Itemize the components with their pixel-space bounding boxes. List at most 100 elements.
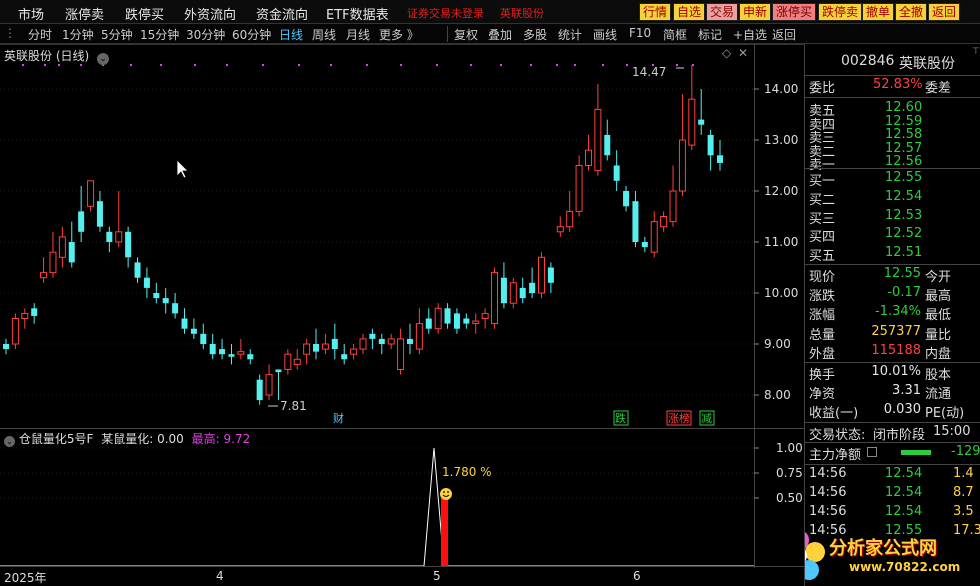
candlestick[interactable] xyxy=(21,308,29,329)
tab-daily[interactable]: 日线 xyxy=(279,26,303,43)
candlestick[interactable] xyxy=(575,155,583,217)
chevron-down-icon[interactable]: ⌄ xyxy=(97,53,110,65)
candlestick[interactable] xyxy=(321,333,329,355)
candlestick[interactable] xyxy=(519,277,526,304)
candlestick[interactable] xyxy=(115,191,123,248)
candlestick[interactable] xyxy=(341,344,348,365)
btn-ipo[interactable]: 申新 xyxy=(739,3,772,21)
candlestick[interactable] xyxy=(200,323,207,350)
event-tag-finance[interactable]: 财 xyxy=(333,411,344,425)
candlestick[interactable] xyxy=(444,303,451,329)
indicator-chart[interactable]: 0.50 0.75 1.00 1.780 % ⌄ 仓鼠量化5号F 某鼠量化: 0.0… xyxy=(0,428,804,568)
candlestick[interactable] xyxy=(472,313,480,334)
candlestick[interactable] xyxy=(481,308,489,329)
candlestick[interactable] xyxy=(623,185,630,212)
candlestick[interactable] xyxy=(604,119,611,161)
tool-statistics[interactable]: 统计 xyxy=(558,26,582,43)
event-tag-rank[interactable]: 涨榜 xyxy=(668,411,690,425)
candlestick[interactable] xyxy=(40,257,48,283)
candlestick[interactable] xyxy=(378,333,385,355)
pin-icon[interactable]: ⊤ xyxy=(972,47,980,57)
candlestick[interactable] xyxy=(106,226,113,253)
candlestick[interactable] xyxy=(387,333,395,350)
candlestick[interactable] xyxy=(265,364,273,401)
tab-weekly[interactable]: 周线 xyxy=(312,26,336,43)
menu-market[interactable]: 市场 xyxy=(18,4,44,23)
tab-30min[interactable]: 30分钟 xyxy=(186,26,225,43)
candlestick[interactable] xyxy=(698,89,705,135)
candlestick[interactable] xyxy=(406,323,413,355)
candlestick[interactable] xyxy=(31,303,38,324)
menu-limit-up-sell[interactable]: 涨停卖 xyxy=(65,4,104,23)
menu-etf-table[interactable]: ETF数据表 xyxy=(326,4,389,23)
candlestick[interactable] xyxy=(594,83,602,176)
candlestick[interactable] xyxy=(96,191,103,232)
candlestick[interactable] xyxy=(369,328,376,350)
candlestick[interactable] xyxy=(153,282,160,304)
candlestick[interactable] xyxy=(584,134,592,171)
tab-1min[interactable]: 1分钟 xyxy=(62,26,94,43)
candlestick[interactable] xyxy=(650,211,658,258)
bid-row[interactable]: 买一 12.55 xyxy=(805,170,980,189)
candlestick[interactable] xyxy=(228,344,235,365)
candlestick[interactable] xyxy=(547,262,554,293)
ask-row[interactable]: 卖五 12.60 xyxy=(805,100,980,119)
bid-row[interactable]: 买四 12.52 xyxy=(805,226,980,245)
candlestick[interactable] xyxy=(190,318,197,339)
candlestick[interactable] xyxy=(78,185,85,242)
candlestick[interactable] xyxy=(209,333,216,360)
candlestick[interactable] xyxy=(500,262,507,309)
candlestick[interactable] xyxy=(359,333,367,355)
bid-row[interactable]: 买五 12.51 xyxy=(805,245,980,264)
login-status[interactable]: 证券交易未登录 xyxy=(407,5,484,21)
candlestick[interactable] xyxy=(162,287,169,314)
tool-back[interactable]: 返回 xyxy=(772,26,796,43)
tab-intraday[interactable]: 分时 xyxy=(28,26,52,43)
candlestick[interactable] xyxy=(143,267,150,299)
candlestick[interactable] xyxy=(134,257,141,283)
candlestick[interactable] xyxy=(707,129,714,171)
event-tag-drop[interactable]: 跌 xyxy=(615,411,626,425)
candlestick[interactable] xyxy=(434,303,442,334)
candlestick[interactable] xyxy=(3,338,9,355)
candlestick[interactable] xyxy=(613,150,620,191)
menu-foreign-flow[interactable]: 外资流向 xyxy=(184,4,236,23)
menu-limit-down-buy[interactable]: 跌停买 xyxy=(125,4,164,23)
candlestick[interactable] xyxy=(313,328,320,360)
candlestick[interactable] xyxy=(303,338,311,365)
ask-row[interactable]: 卖二 12.57 xyxy=(805,141,980,160)
candlestick[interactable] xyxy=(68,221,75,268)
btn-back[interactable]: 返回 xyxy=(928,3,961,21)
tab-more[interactable]: 更多 》 xyxy=(379,26,419,43)
kline-chart[interactable]: 8.00 9.00 10.00 11.00 12.00 13.00 14.00 14.47 … xyxy=(0,44,804,428)
candlestick[interactable] xyxy=(529,267,536,299)
tool-simple-frame[interactable]: 简框 xyxy=(663,26,687,43)
candlestick[interactable] xyxy=(237,338,245,360)
candlestick[interactable] xyxy=(125,226,132,268)
tab-15min[interactable]: 15分钟 xyxy=(140,26,179,43)
bid-row[interactable]: 买二 12.54 xyxy=(805,189,980,208)
indicator-name[interactable]: 仓鼠量化5号F xyxy=(19,432,94,446)
candlestick[interactable] xyxy=(678,94,686,197)
candlestick[interactable] xyxy=(219,338,226,360)
tab-monthly[interactable]: 月线 xyxy=(346,26,370,43)
tool-f10[interactable]: F10 xyxy=(629,26,651,40)
candlestick[interactable] xyxy=(632,191,639,248)
tool-draw-line[interactable]: 画线 xyxy=(593,26,617,43)
btn-limit-down-sell[interactable]: 跌停卖 xyxy=(818,3,863,21)
candlestick[interactable] xyxy=(660,211,668,232)
close-icon[interactable]: ✕ xyxy=(738,46,748,60)
tool-adjust[interactable]: 复权 xyxy=(454,26,478,43)
tab-60min[interactable]: 60分钟 xyxy=(232,26,271,43)
candlestick[interactable] xyxy=(172,293,179,319)
ask-row[interactable]: 卖四 12.59 xyxy=(805,114,980,133)
chevron-down-icon[interactable]: ⌄ xyxy=(4,436,15,447)
candlestick[interactable] xyxy=(256,374,263,405)
bid-row[interactable]: 买三 12.53 xyxy=(805,208,980,227)
btn-watchlist[interactable]: 自选 xyxy=(673,3,706,21)
candlestick[interactable] xyxy=(397,328,405,375)
candlestick[interactable] xyxy=(275,369,282,401)
candlestick[interactable] xyxy=(453,308,460,334)
candlestick[interactable] xyxy=(538,252,545,299)
tool-mark[interactable]: 标记 xyxy=(698,26,722,43)
